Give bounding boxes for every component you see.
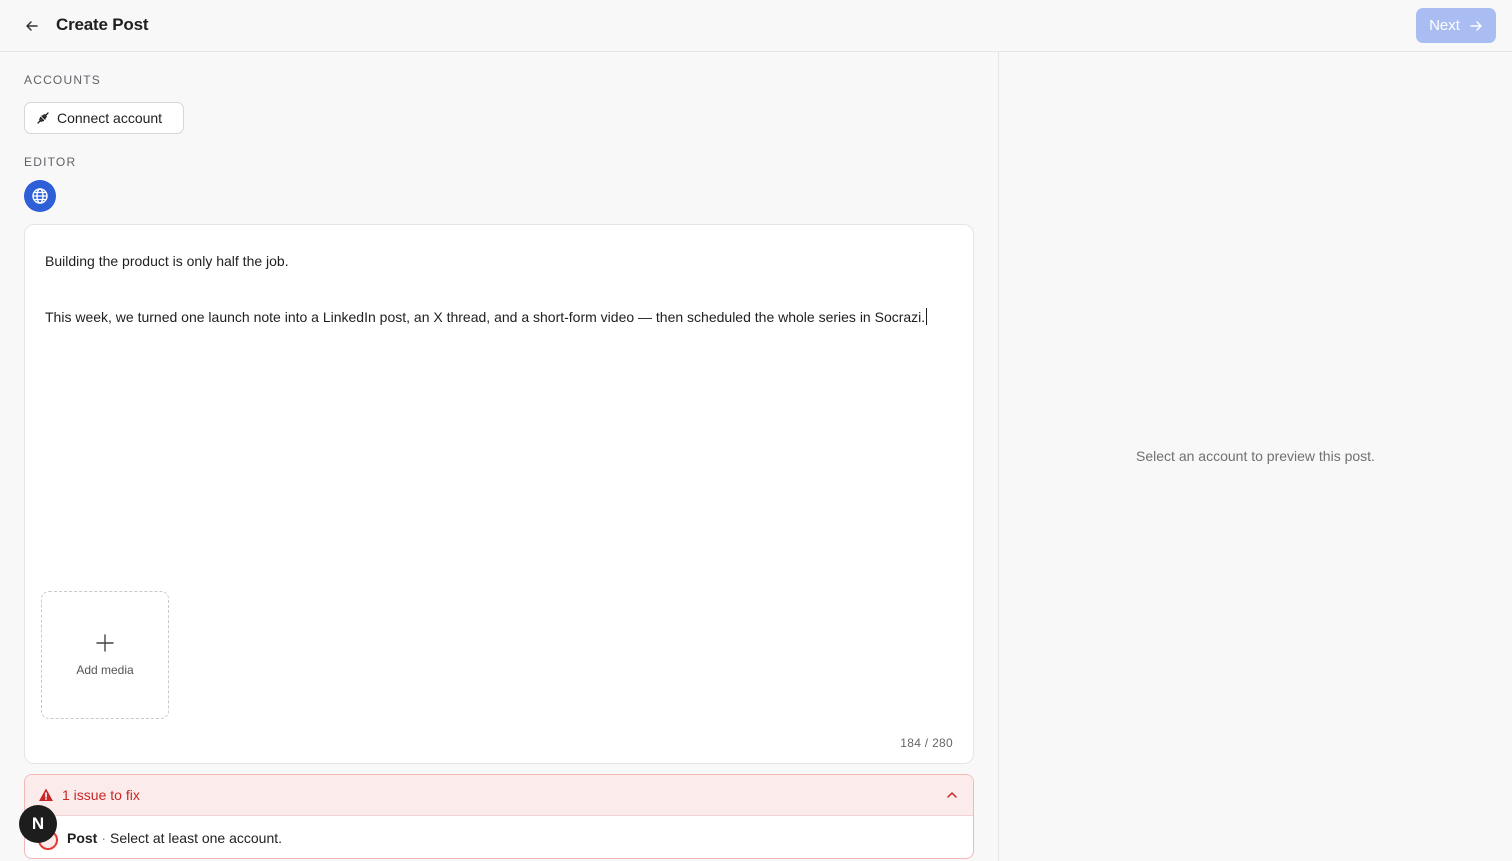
plug-icon bbox=[37, 112, 49, 124]
post-editor[interactable]: Building the product is only half the jo… bbox=[24, 224, 974, 764]
warning-triangle-icon bbox=[39, 788, 53, 801]
issue-separator: · bbox=[101, 829, 107, 846]
connect-account-label: Connect account bbox=[57, 110, 163, 126]
add-media-label: Add media bbox=[76, 663, 134, 677]
post-paragraph: Building the product is only half the jo… bbox=[45, 253, 289, 269]
issues-title: 1 issue to fix bbox=[62, 787, 140, 803]
user-avatar[interactable]: N bbox=[19, 805, 57, 843]
arrow-right-icon bbox=[1470, 20, 1482, 31]
post-text-area[interactable]: Building the product is only half the jo… bbox=[45, 251, 957, 327]
chevron-up-icon[interactable] bbox=[945, 788, 959, 802]
globe-icon bbox=[32, 188, 48, 204]
preview-empty-hint: Select an account to preview this post. bbox=[1136, 448, 1375, 464]
arrow-left-icon bbox=[26, 21, 38, 31]
character-count: 184 / 280 bbox=[900, 736, 953, 750]
text-caret bbox=[926, 308, 928, 325]
next-button[interactable]: Next bbox=[1416, 8, 1496, 43]
issues-panel: 1 issue to fix Post · Select at least on… bbox=[24, 774, 974, 859]
issue-message: Select at least one account. bbox=[110, 829, 283, 846]
issue-scope: Post bbox=[67, 829, 98, 846]
connect-account-button[interactable]: Connect account bbox=[24, 102, 184, 134]
global-editor-tab[interactable] bbox=[24, 180, 56, 212]
next-button-label: Next bbox=[1429, 17, 1460, 34]
top-bar: Create Post Next bbox=[0, 0, 1512, 52]
plus-icon bbox=[96, 634, 114, 652]
post-paragraph: This week, we turned one launch note int… bbox=[45, 309, 926, 325]
issue-item[interactable]: Post · Select at least one account. bbox=[25, 816, 973, 858]
issues-header[interactable]: 1 issue to fix bbox=[25, 775, 973, 816]
page-title: Create Post bbox=[56, 15, 149, 34]
accounts-section-label: ACCOUNTS bbox=[24, 73, 101, 87]
back-button[interactable] bbox=[20, 14, 44, 38]
editor-section-label: EDITOR bbox=[24, 155, 77, 169]
add-media-button[interactable]: Add media bbox=[41, 591, 169, 719]
